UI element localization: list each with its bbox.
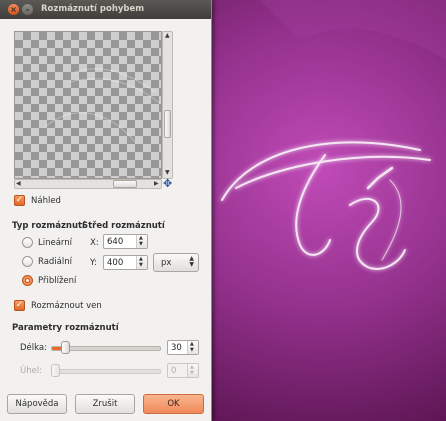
radio-radial-label: Radiální [38,257,73,267]
radio-radial[interactable] [22,256,33,267]
preview-checkbox-label: Náhled [31,196,61,206]
angle-value: 0 [171,366,177,376]
angle-slider-track[interactable] [51,369,161,374]
unit-select[interactable]: px ▲ ▼ [153,253,199,272]
ok-button[interactable]: OK [143,394,204,414]
preview-vertical-scrollbar[interactable]: ▲ ▼ [162,31,173,179]
y-spinbox[interactable]: 400 ▲ ▼ [103,255,148,270]
x-value: 640 [107,237,124,247]
length-label: Délka: [20,343,47,353]
minimize-icon[interactable]: – [22,4,33,15]
angle-slider-knob[interactable] [51,364,60,377]
blur-outward-checkbox[interactable]: ✓ [14,300,25,311]
radio-linear-label: Lineární [38,238,73,248]
decrement-icon[interactable]: ▼ [139,242,143,247]
length-value: 30 [171,343,182,353]
window-title: Rozmáznutí pohybem [41,4,145,14]
y-label: Y: [90,258,97,268]
length-spinbox[interactable]: 30 ▲ ▼ [167,340,199,355]
navigate-icon[interactable]: ✥ [163,178,174,189]
x-label: X: [90,238,99,248]
blur-center-heading: Střed rozmáznutí [82,221,165,231]
length-slider-knob[interactable] [60,341,70,354]
x-spinbox[interactable]: 640 ▲ ▼ [103,234,148,249]
radio-linear[interactable] [22,237,33,248]
scroll-up-icon[interactable]: ▲ [165,33,170,39]
params-heading: Parametry rozmáznutí [12,323,119,333]
y-value: 400 [107,258,124,268]
motion-blur-dialog: × – Rozmáznutí pohybem ▲ ▼ ◀ ▶ ✥ ✓ Náhle… [0,0,212,421]
decrement-icon[interactable]: ▼ [190,348,194,353]
preview-streaks [44,68,161,143]
close-icon[interactable]: × [8,4,19,15]
cancel-button[interactable]: Zrušit [75,394,135,414]
decrement-icon[interactable]: ▼ [139,263,143,268]
chevron-updown-icon: ▲ ▼ [189,255,194,268]
title-bar: × – Rozmáznutí pohybem [0,0,211,19]
scroll-right-icon[interactable]: ▶ [154,181,159,187]
radio-zoom-label: Přiblížení [38,276,77,286]
radio-zoom[interactable] [22,275,33,286]
preview-area [14,31,162,179]
decrement-icon[interactable]: ▼ [190,371,194,376]
scroll-down-icon[interactable]: ▼ [165,170,170,176]
horizontal-scroll-thumb[interactable] [113,180,137,188]
preview-horizontal-scrollbar[interactable]: ◀ ▶ [14,179,162,189]
scroll-left-icon[interactable]: ◀ [16,181,21,187]
angle-spinbox[interactable]: 0 ▲ ▼ [167,363,199,378]
angle-label: Úhel: [20,366,43,376]
preview-checkbox[interactable]: ✓ [14,195,25,206]
help-button[interactable]: Nápověda [7,394,67,414]
blur-outward-label: Rozmáznout ven [31,301,102,311]
blur-type-heading: Typ rozmáznutí [12,221,85,231]
vertical-scroll-thumb[interactable] [164,110,171,138]
unit-value: px [161,258,172,268]
